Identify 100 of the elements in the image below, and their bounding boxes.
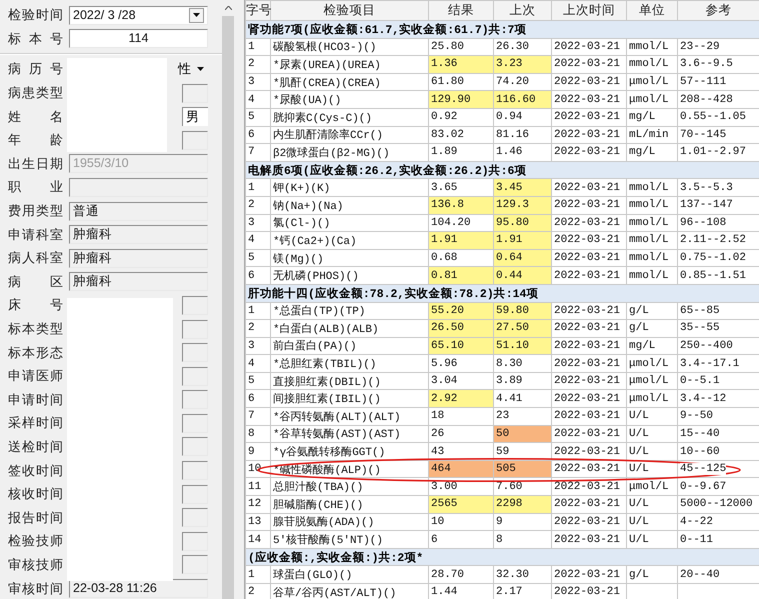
- column-header[interactable]: 上次时间: [552, 0, 626, 20]
- date-dropdown[interactable]: 2022/ 3 /28: [69, 6, 208, 25]
- table-cell: 70--145: [678, 126, 759, 144]
- table-cell: 2: [246, 320, 270, 338]
- table-cell: 3.89: [494, 372, 552, 390]
- table-cell: 3: [246, 337, 270, 355]
- field-label: 申请医师: [8, 367, 63, 386]
- table-cell: *尿素(UREA)(UREA): [270, 56, 428, 74]
- table-cell: U/L: [626, 442, 678, 460]
- text-field[interactable]: [182, 320, 208, 339]
- table-cell: 0.94: [494, 108, 552, 126]
- text-field[interactable]: [182, 390, 208, 410]
- table-cell: g/L: [626, 302, 678, 320]
- text-field[interactable]: [69, 178, 208, 197]
- table-cell: mmol/L: [626, 266, 678, 284]
- field-label: 申请时间: [8, 390, 63, 409]
- table-cell: 20--40: [678, 566, 759, 584]
- field-label: 病 区: [8, 272, 63, 291]
- text-field[interactable]: [182, 555, 208, 574]
- table-cell: 直接胆红素(DBIL)(): [270, 372, 428, 390]
- column-header[interactable]: 字号: [246, 0, 270, 20]
- table-cell: 间接胆红素(IBIL)(): [270, 390, 428, 408]
- column-header[interactable]: 检验项目: [270, 0, 428, 20]
- dropdown-caret-icon[interactable]: [197, 67, 204, 72]
- table-cell: *γ谷氨酰转移酶GGT(): [270, 442, 428, 460]
- table-cell: 1.01--2.97: [678, 144, 759, 162]
- field-label: 标本形态: [8, 344, 63, 362]
- table-cell: 5: [246, 108, 270, 126]
- table-cell: 81.16: [494, 126, 552, 144]
- field-label: 病患类型: [8, 84, 63, 102]
- table-cell: 2022-03-21: [552, 320, 626, 338]
- table-cell: 26.30: [494, 38, 552, 56]
- text-field[interactable]: 22-03-28 11:26: [69, 579, 208, 598]
- text-field[interactable]: [182, 532, 208, 551]
- text-field[interactable]: [182, 130, 208, 150]
- text-field[interactable]: [182, 296, 208, 315]
- table-cell: *尿酸(UA)(): [270, 90, 428, 108]
- table-cell: *总胆红素(TBIL)(): [270, 354, 428, 372]
- text-field[interactable]: [182, 484, 208, 504]
- table-cell: 137--147: [678, 196, 759, 214]
- text-field[interactable]: [182, 84, 208, 103]
- text-field[interactable]: 肿瘤科: [69, 225, 208, 244]
- field-label: 核收时间: [8, 485, 63, 504]
- table-cell: β2微球蛋白(β2-MG)(): [270, 144, 428, 162]
- table-cell: 59.80: [494, 302, 552, 320]
- text-field[interactable]: [182, 366, 208, 386]
- field-label: 病 历 号: [8, 60, 63, 78]
- table-cell: 2022-03-21: [552, 249, 626, 267]
- table-cell: mmol/L: [626, 249, 678, 267]
- column-header[interactable]: 单位: [626, 0, 678, 20]
- table-cell: mL/min: [626, 126, 678, 144]
- text-field[interactable]: [182, 343, 208, 362]
- table-cell: 23: [494, 408, 552, 426]
- table-cell: 0.64: [494, 249, 552, 267]
- table-cell: 9: [494, 513, 552, 531]
- table-cell: 2022-03-21: [552, 302, 626, 320]
- text-field[interactable]: [182, 508, 208, 528]
- table-cell: U/L: [626, 408, 678, 426]
- dropdown-caret-icon[interactable]: [189, 8, 204, 23]
- table-cell: mmol/L: [626, 196, 678, 214]
- text-field[interactable]: [182, 414, 208, 433]
- table-cell: 12: [246, 496, 270, 514]
- text-field[interactable]: 肿瘤科: [69, 272, 208, 292]
- table-cell: 0.68: [428, 249, 494, 267]
- table-cell: 57--111: [678, 73, 759, 91]
- table-cell: 26: [428, 425, 494, 443]
- table-cell: 2022-03-21: [552, 372, 626, 390]
- table-cell: mmol/L: [626, 232, 678, 250]
- table-cell: μmol/L: [626, 372, 678, 390]
- table-cell: *谷丙转氨酶(ALT)(ALT): [270, 408, 428, 426]
- sex-field[interactable]: 男: [182, 107, 208, 126]
- table-cell: 2022-03-21: [552, 144, 626, 162]
- table-cell: 3: [246, 214, 270, 232]
- table-cell: 0--5.1: [678, 372, 759, 390]
- table-cell: 32.30: [494, 566, 552, 584]
- specimen-number-field[interactable]: 114: [69, 29, 208, 48]
- table-cell: 50: [494, 425, 552, 443]
- table-cell: 2022-03-21: [552, 214, 626, 232]
- text-field[interactable]: [182, 437, 208, 456]
- field-label: 审核时间: [8, 580, 63, 598]
- table-cell: 2022-03-21: [552, 460, 626, 478]
- table-cell: 5′核苷酸酶(5′NT)(): [270, 530, 428, 548]
- table-cell: 2: [246, 196, 270, 214]
- text-field[interactable]: 肿瘤科: [69, 248, 208, 268]
- scroll-up-icon[interactable]: [224, 6, 232, 10]
- table-cell: 250--400: [678, 337, 759, 355]
- column-header[interactable]: 参考: [678, 0, 759, 20]
- table-cell: 2022-03-21: [552, 266, 626, 284]
- table-cell: μmol/L: [626, 354, 678, 372]
- column-header[interactable]: 结果: [428, 0, 494, 20]
- text-field[interactable]: 普通: [69, 202, 208, 221]
- table-cell: 8.30: [494, 354, 552, 372]
- table-cell: U/L: [626, 425, 678, 443]
- table-cell: 8: [494, 530, 552, 548]
- table-cell: 0.55--1.05: [678, 108, 759, 126]
- table-cell: 2: [246, 584, 270, 599]
- field-label: 审核技师: [8, 556, 63, 574]
- table-cell: 2022-03-21: [552, 232, 626, 250]
- text-field[interactable]: [182, 461, 208, 480]
- column-header[interactable]: 上次: [494, 0, 552, 20]
